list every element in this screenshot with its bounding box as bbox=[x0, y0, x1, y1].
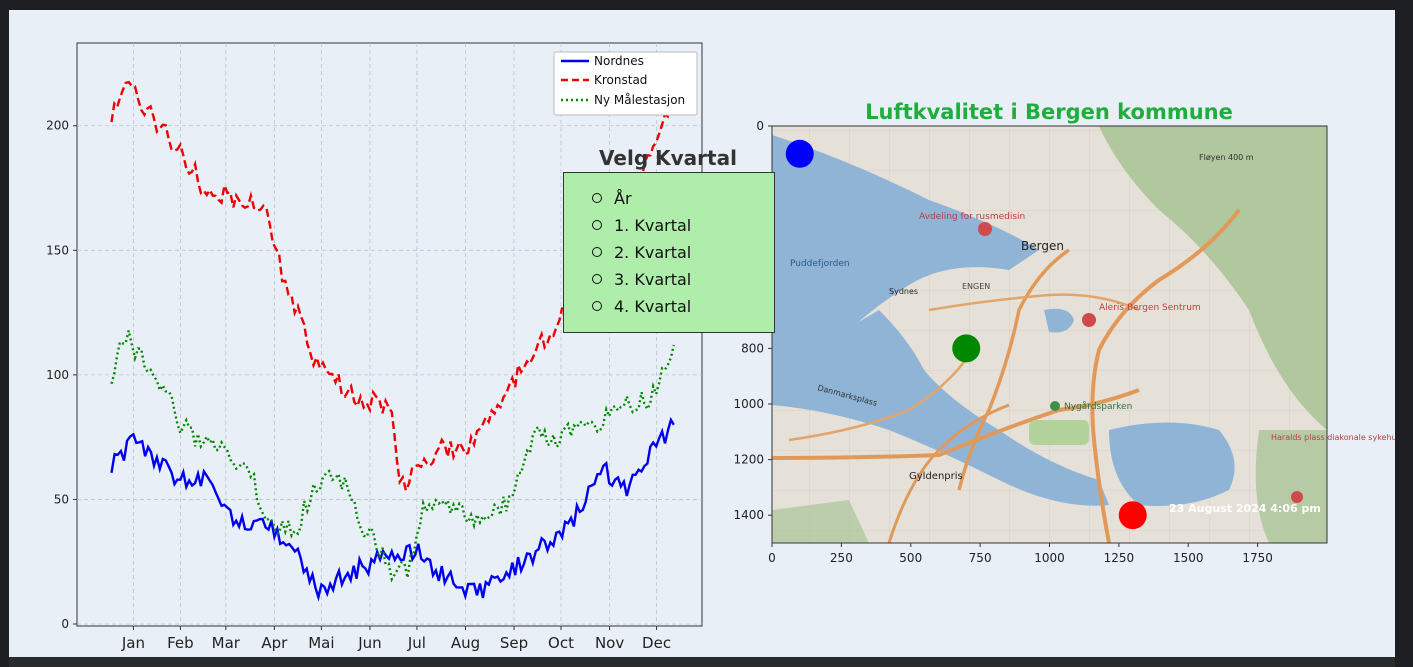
y-tick-label: 150 bbox=[46, 243, 69, 257]
x-tick-label: Jan bbox=[121, 634, 145, 652]
window-top-bar bbox=[0, 0, 1413, 10]
radio-button-icon[interactable] bbox=[592, 247, 602, 257]
map-label-haraldsplass: Haralds plass diakonale sykehus bbox=[1271, 433, 1395, 442]
station-marker-nordnes[interactable] bbox=[785, 139, 814, 168]
map-y-tick-label: 1400 bbox=[733, 508, 764, 522]
radio-option-label: 3. Kvartal bbox=[614, 269, 692, 289]
x-tick-label: Oct bbox=[548, 634, 574, 652]
station-marker-kronstad[interactable] bbox=[1118, 501, 1147, 530]
map-x-tick-label: 1250 bbox=[1104, 551, 1135, 565]
map-x-tick-label: 0 bbox=[768, 551, 776, 565]
map-x-tick-label: 750 bbox=[969, 551, 992, 565]
radio-option-label: 2. Kvartal bbox=[614, 242, 692, 262]
line-chart-legend: Nordnes Kronstad Ny Målestasjon bbox=[553, 51, 698, 116]
x-tick-label: Jul bbox=[407, 634, 426, 652]
x-tick-label: Dec bbox=[642, 634, 671, 652]
radio-button-icon[interactable] bbox=[592, 274, 602, 284]
map-title: Luftkvalitet i Bergen kommune bbox=[865, 100, 1233, 124]
x-tick-label: Apr bbox=[261, 634, 288, 652]
radio-option-q2[interactable]: 2. Kvartal bbox=[592, 242, 691, 262]
map-x-tick-label: 1500 bbox=[1173, 551, 1204, 565]
map-label-rusmedisin: Avdeling for rusmedisin bbox=[919, 212, 1025, 222]
x-tick-label: Nov bbox=[595, 634, 624, 652]
radio-option-q1[interactable]: 1. Kvartal bbox=[592, 215, 691, 235]
y-tick-label: 50 bbox=[54, 492, 69, 506]
map-label-bergen: Bergen bbox=[1021, 239, 1064, 253]
radio-button-icon[interactable] bbox=[592, 220, 602, 230]
map-label-engen: ENGEN bbox=[962, 282, 990, 291]
map-y-tick-label: 800 bbox=[741, 341, 764, 355]
radio-option-year[interactable]: År bbox=[592, 188, 632, 208]
radio-option-label: 4. Kvartal bbox=[614, 296, 692, 316]
line-chart-axes bbox=[76, 42, 703, 627]
map-label-gyldenpris: Gyldenpris bbox=[909, 471, 963, 482]
radio-button-icon[interactable] bbox=[592, 301, 602, 311]
radio-option-q3[interactable]: 3. Kvartal bbox=[592, 269, 691, 289]
map-x-tick-label: 1750 bbox=[1242, 551, 1273, 565]
y-tick-label: 200 bbox=[46, 119, 69, 133]
radio-option-label: 1. Kvartal bbox=[614, 215, 692, 235]
map-label-aleris: Aleris Bergen Sentrum bbox=[1099, 303, 1201, 313]
line-chart: 0 50 100 150 200 Jan Feb Mar Apr Mai Jun Jul Aug Sep… bbox=[46, 42, 703, 652]
radio-title: Velg Kvartal bbox=[599, 146, 737, 170]
map-x-tick-label: 500 bbox=[899, 551, 922, 565]
x-tick-label: Feb bbox=[167, 634, 194, 652]
map-y-tick-label: 1000 bbox=[733, 397, 764, 411]
map-x-tick-label: 1000 bbox=[1034, 551, 1065, 565]
editor-gutter bbox=[0, 0, 9, 667]
map-label-sydnes: Sydnes bbox=[889, 287, 918, 296]
map-image: Bergen Puddefjorden Avdeling for rusmedi… bbox=[771, 126, 1401, 544]
x-tick-label: Mar bbox=[212, 634, 241, 652]
legend-label-ny-malestasjon: Ny Målestasjon bbox=[594, 93, 685, 107]
x-tick-label: Aug bbox=[451, 634, 480, 652]
x-tick-label: Sep bbox=[500, 634, 528, 652]
radio-option-label: År bbox=[614, 188, 632, 208]
station-marker-ny-m-lestasjon[interactable] bbox=[952, 334, 981, 363]
map-chart: Bergen Puddefjorden Avdeling for rusmedi… bbox=[733, 100, 1401, 565]
legend-label-nordnes: Nordnes bbox=[594, 54, 644, 68]
window-right-edge bbox=[1395, 10, 1413, 667]
x-tick-label: Mai bbox=[308, 634, 334, 652]
map-label-floyen: Fløyen 400 m bbox=[1199, 153, 1254, 162]
radio-panel: År 1. Kvartal 2. Kvartal 3. Kvartal 4. K… bbox=[563, 172, 775, 333]
radio-button-icon[interactable] bbox=[592, 193, 602, 203]
x-tick-label: Jun bbox=[357, 634, 381, 652]
radio-option-q4[interactable]: 4. Kvartal bbox=[592, 296, 691, 316]
map-label-nygardsparken: Nygårdsparken bbox=[1064, 401, 1132, 412]
figure-svg: 0 50 100 150 200 Jan Feb Mar Apr Mai Jun Jul Aug Sep… bbox=[46, 42, 1401, 652]
figure-canvas: 0 50 100 150 200 Jan Feb Mar Apr Mai Jun Jul Aug Sep… bbox=[9, 10, 1401, 657]
y-tick-label: 0 bbox=[61, 617, 69, 631]
map-x-tick-label: 250 bbox=[830, 551, 853, 565]
map-y-tick-label: 0 bbox=[756, 119, 764, 133]
y-tick-label: 100 bbox=[46, 368, 69, 382]
map-label-puddefjorden: Puddefjorden bbox=[790, 259, 850, 269]
map-timestamp: 23 August 2024 4:06 pm bbox=[1169, 502, 1321, 515]
map-y-tick-label: 1200 bbox=[733, 453, 764, 467]
legend-label-kronstad: Kronstad bbox=[594, 73, 647, 87]
